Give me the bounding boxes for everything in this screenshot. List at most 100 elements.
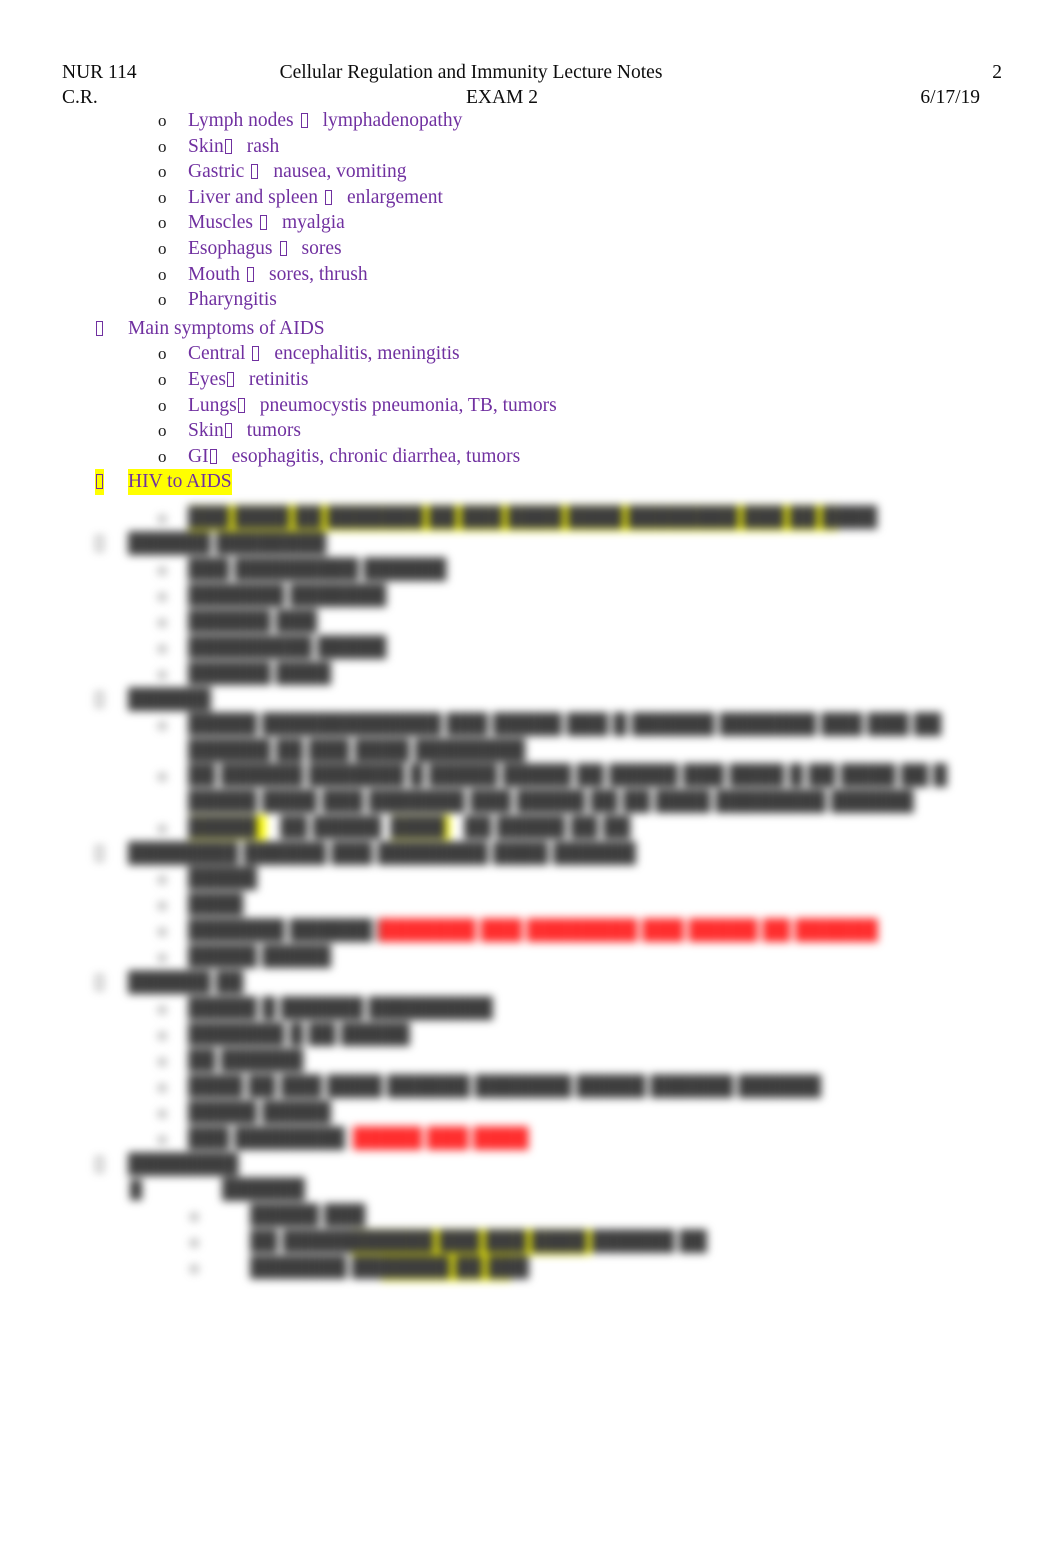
bullet-glyph-icon — [95, 970, 104, 996]
redacted-list-item: o ██████ ███ — [0, 609, 1062, 635]
list-item-detail: retinitis — [248, 368, 309, 390]
redacted-text-red: █████ ███ ████ — [353, 1127, 529, 1149]
list-item-label: Skin — [188, 420, 224, 442]
redacted-text: ██████ ███ — [188, 610, 318, 632]
redacted-section-heading: ████████ — [0, 1152, 1062, 1178]
bullet-o: o — [158, 395, 167, 415]
arrow-glyph-icon — [224, 423, 232, 439]
bullet-o: o — [158, 344, 167, 364]
list-item: o GI esophagitis, chronic diarrhea, tumor… — [0, 444, 1062, 470]
redacted-section-heading: ██████ — [0, 687, 1062, 713]
redacted-list-item: o ██████ ████ — [0, 661, 1062, 687]
redacted-list-item: o █████ — [0, 866, 1062, 892]
bullet-o: o — [158, 1024, 167, 1044]
redacted-list-item: o ██ ██████ — [0, 1048, 1062, 1074]
redacted-section-heading: ██████ ██ — [0, 970, 1062, 996]
bullet-o: o — [158, 213, 167, 233]
bullet-o: o — [158, 111, 167, 130]
bullet-o: o — [158, 1076, 167, 1096]
redacted-text: ██████ ████ — [188, 662, 332, 684]
redacted-section-heading: ████████ ██████ ███ ████████ ████ ██████ — [0, 841, 1062, 867]
redacted-text: ███████ ██████ █ — [188, 920, 392, 942]
arrow-glyph-icon — [324, 189, 332, 205]
list-item: o Central encephalitis, meningitis — [0, 341, 1062, 367]
redacted-list-item: o █████ █ ██████ █████████ — [0, 996, 1062, 1022]
bullet-glyph-icon — [95, 1152, 104, 1178]
list-item-label: GI — [188, 445, 209, 467]
list-item-label: Pharyngitis — [188, 289, 277, 311]
redacted-text: ██ ██████ — [188, 1049, 304, 1071]
bullet-o: o — [158, 663, 167, 683]
list-item: o Skin tumors — [0, 418, 1062, 444]
list-item: o Eyes retinitis — [0, 367, 1062, 393]
redacted-content-region: o ​███ ████ ██ ███████ ██ ███ ████ ████ … — [0, 505, 1062, 1315]
list-item-detail: pneumocystis pneumonia, TB, tumors — [259, 394, 557, 416]
redacted-text: ██████ ████████ — [128, 533, 327, 554]
list-item: o Esophagus sores — [0, 236, 1062, 262]
redacted-section-heading: ██████ ████████ — [0, 531, 1062, 557]
redacted-text: ████ — [390, 814, 450, 841]
bullet-o: o — [158, 947, 167, 967]
bullet-o: o — [190, 1232, 199, 1252]
redacted-text: ███ ████████ — [188, 1127, 345, 1149]
redacted-text: ██████ ██ — [128, 972, 244, 994]
redacted-text: █████ █████ — [188, 946, 332, 968]
list-item: o Pharyngitis — [0, 287, 1062, 313]
list-item-label: Skin — [188, 135, 224, 157]
bullet-o: o — [158, 611, 167, 631]
redacted-text: ████████ — [128, 1153, 239, 1175]
arrow-glyph-icon — [279, 240, 287, 256]
page-number: 2 — [992, 62, 1002, 83]
redacted-text: ​███ ████ ██ ███████ ██ ███ ████ ████ ██… — [188, 505, 877, 531]
arrow-glyph-icon — [209, 448, 217, 464]
redacted-text: ████ — [188, 894, 244, 916]
bullet-o: o — [158, 136, 167, 156]
redacted-list-item: o ███████ █ ██ █████ — [0, 1022, 1062, 1048]
bullet-o: o — [158, 238, 167, 258]
bullet-o: o — [158, 921, 167, 941]
bullet-o: o — [158, 446, 167, 466]
bullet-glyph-icon — [95, 841, 104, 867]
arrow-glyph-icon — [237, 397, 245, 413]
redacted-text: ██████ — [222, 1179, 305, 1201]
bullet-o: o — [158, 766, 167, 786]
list-item-label: Muscles — [188, 212, 253, 234]
redacted-text: █████████ █████ — [188, 636, 387, 658]
document-date: 6/17/19 — [920, 87, 980, 108]
bullet-o: o — [190, 1258, 199, 1278]
redacted-text-red: ███████ ███ ████████ ███ █████ ██ ██████ — [379, 920, 878, 942]
document-page: NUR 114 Cellular Regulation and Immunity… — [0, 0, 1062, 1561]
redacted-text: █████ █ ██████ █████████ — [188, 997, 493, 1019]
arrow-glyph-icon — [251, 164, 259, 180]
bullet-o: o — [190, 1206, 199, 1226]
bullet-o: o — [158, 1102, 167, 1122]
redacted-list-item: o █████ █████ — [0, 944, 1062, 970]
redacted-list-item: o ███████ ██████ ████████ ███ ████████ █… — [0, 918, 1062, 944]
section-heading-label: Main symptoms of AIDS — [128, 317, 325, 339]
list-item: o Mouth sores, thrush — [0, 262, 1062, 288]
bullet-o: o — [158, 869, 167, 889]
list-item-label: Esophagus — [188, 237, 273, 259]
arrow-glyph-icon — [247, 266, 255, 282]
redacted-list-item: o █████ ███ — [0, 1203, 1062, 1229]
document-title: Cellular Regulation and Immunity Lecture… — [279, 62, 663, 83]
list-item: o Gastric nausea, vomiting — [0, 159, 1062, 185]
bullet-o: o — [158, 895, 167, 915]
list-item: o Lungs pneumocystis pneumonia, TB, tumor… — [0, 393, 1062, 419]
arrow-glyph-icon — [300, 113, 308, 128]
list-item-label: Lymph nodes — [188, 110, 294, 131]
list-item-label: Mouth — [188, 263, 241, 285]
redacted-text: ███ █████████ ██████ — [188, 558, 447, 580]
redacted-text: ██ █████ ██ ██ — [464, 816, 631, 838]
redacted-list-item: o ████ — [0, 892, 1062, 918]
list-item-label: Central — [188, 343, 246, 365]
bullet-o: o — [158, 998, 167, 1018]
arrow-glyph-icon — [252, 346, 260, 362]
header-row-bottom: C.R. EXAM 2 6/17/19 — [62, 85, 1002, 110]
redacted-text: ██ ██████ ███████ █ █████ █████ ██ █████… — [188, 765, 948, 812]
redacted-text: ██ █████ — [250, 1231, 352, 1253]
list-item-detail: myalgia — [282, 212, 345, 234]
list-item: o ​███ ████ ██ ███████ ██ ███ ████ ████ … — [0, 505, 1062, 531]
redacted-text: ████████ ██████ ███ ████████ ████ ██████ — [128, 842, 636, 864]
bullet-glyph-icon — [95, 316, 104, 342]
